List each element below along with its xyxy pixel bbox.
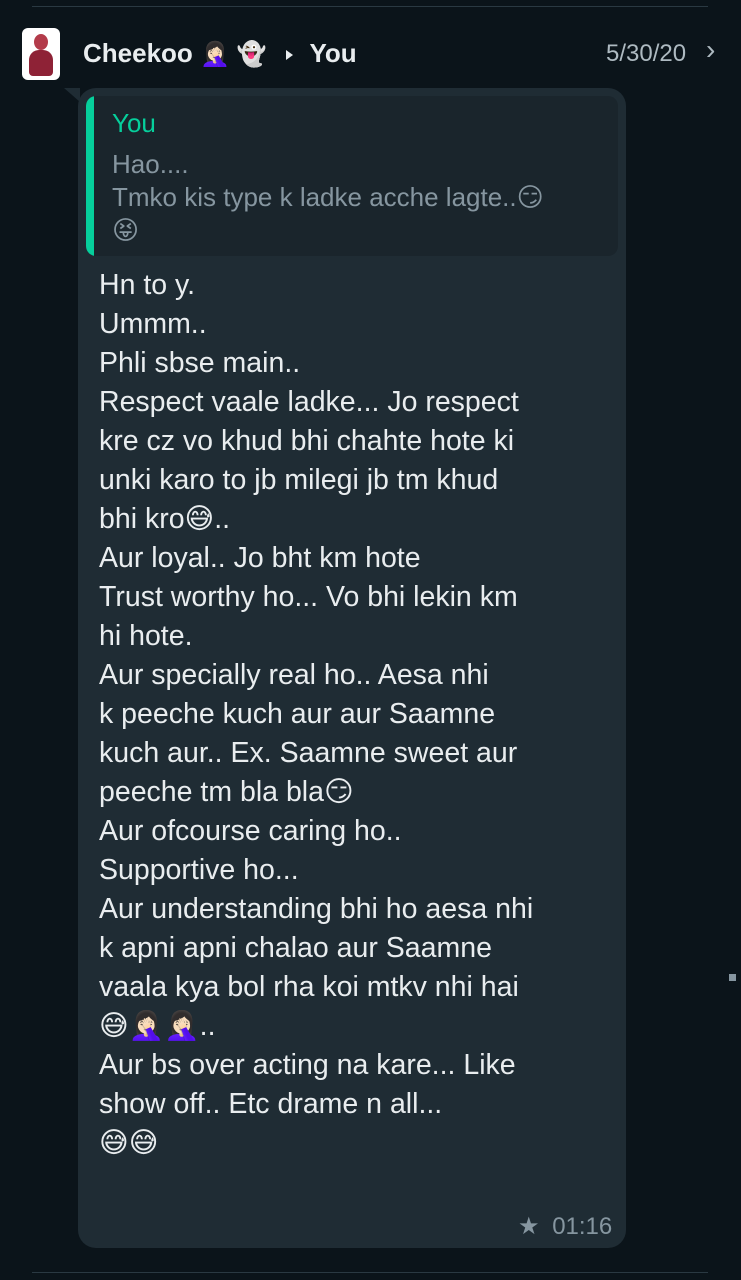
quote-text: Hao.... Tmko kis type k ladke acche lagt… <box>112 148 602 247</box>
avatar-head-shape <box>34 34 48 50</box>
message-line: bhi kro😅.. <box>99 503 231 535</box>
message-line: 😅😅 <box>99 1127 159 1159</box>
message-line: Trust worthy ho... Vo bhi lekin km <box>99 581 518 613</box>
message-line: k peeche kuch aur aur Saamne <box>99 698 496 730</box>
message-line: Hn to y. <box>99 269 196 301</box>
message-time: 01:16 <box>552 1213 613 1240</box>
message-line: vaala kya bol rha koi mtkv nhi hai <box>99 971 519 1003</box>
scroll-indicator[interactable] <box>729 974 736 981</box>
message-line: Ummm.. <box>99 308 207 340</box>
message-line: Aur bs over acting na kare... Like <box>99 1049 516 1081</box>
quoted-message[interactable]: You Hao.... Tmko kis type k ladke acche … <box>86 96 618 256</box>
message-line: peeche tm bla bla😏 <box>99 776 354 808</box>
recipient-name: You <box>309 38 357 68</box>
message-line: Respect vaale ladke... Jo respect <box>99 386 519 418</box>
star-icon: ★ <box>518 1213 540 1240</box>
bottom-divider <box>32 1272 708 1273</box>
message-line: Aur understanding bhi ho aesa nhi <box>99 893 534 925</box>
bubble-tail <box>64 88 80 102</box>
message-line: kuch aur.. Ex. Saamne sweet aur <box>99 737 518 769</box>
message-date: 5/30/20 <box>606 40 687 67</box>
message-line: show off.. Etc drame n all... <box>99 1088 443 1120</box>
quote-line: Tmko kis type k ladke acche lagte..😏 <box>112 182 544 212</box>
message-line: k apni apni chalao aur Saamne <box>99 932 492 964</box>
message-footer: ★ 01:16 <box>518 1212 612 1241</box>
message-line: unki karo to jb milegi jb tm khud <box>99 464 499 496</box>
top-divider <box>32 6 708 7</box>
message-line: Aur loyal.. Jo bht km hote <box>99 542 421 574</box>
message-line: Supportive ho... <box>99 854 299 886</box>
message-line: Aur ofcourse caring ho.. <box>99 815 402 847</box>
avatar[interactable] <box>22 28 60 80</box>
sender-line: Cheekoo 🤦🏻‍♀️ 👻 You <box>83 38 357 69</box>
sender-emojis: 🤦🏻‍♀️ 👻 <box>200 41 267 68</box>
quote-line: 😝 <box>112 215 140 245</box>
message-line: hi hote. <box>99 620 193 652</box>
sender-name: Cheekoo <box>83 38 193 68</box>
quote-accent-bar <box>86 96 94 256</box>
message-info-header[interactable]: Cheekoo 🤦🏻‍♀️ 👻 You 5/30/20 › <box>0 20 741 90</box>
message-line: kre cz vo khud bhi chahte hote ki <box>99 425 515 457</box>
avatar-body-shape <box>29 50 53 76</box>
quote-line: Hao.... <box>112 149 189 179</box>
forward-arrow-icon <box>285 50 293 61</box>
quote-author: You <box>112 108 156 138</box>
message-line: 😅🤦🏻‍♀️🤦🏻‍♀️.. <box>99 1010 216 1042</box>
chevron-right-icon[interactable]: › <box>706 34 715 66</box>
message-line: Phli sbse main.. <box>99 347 301 379</box>
message-line: Aur specially real ho.. Aesa nhi <box>99 659 489 691</box>
message-text: Hn to y. Ummm.. Phli sbse main.. Respect… <box>99 266 611 1163</box>
